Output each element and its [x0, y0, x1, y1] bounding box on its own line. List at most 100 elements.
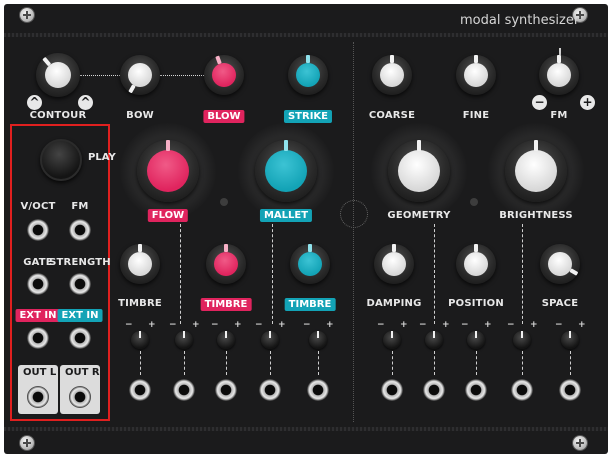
flow-attenuverter-knob[interactable] — [175, 331, 193, 349]
module-title: modal synthesizer — [460, 13, 580, 28]
out-l-label: OUT L — [23, 367, 57, 378]
contour-label: CONTOUR — [29, 110, 87, 121]
damping-cv-input-jack[interactable] — [381, 379, 403, 401]
flow-label: FLOW — [147, 209, 189, 222]
contour-right-icon: ^ — [78, 95, 93, 110]
geometry-attenuverter-knob[interactable] — [425, 331, 443, 349]
timbre-white-cv-input-jack[interactable] — [129, 379, 151, 401]
damping-cv-link-line — [392, 351, 393, 375]
geometry-cv-input-jack[interactable] — [423, 379, 445, 401]
brightness-cv-link-line — [522, 351, 523, 375]
position-knob[interactable] — [456, 244, 496, 284]
geometry-attenuverter-minus: − — [419, 320, 427, 330]
timbre-teal-label: TIMBRE — [284, 298, 336, 311]
timbre-teal-knob[interactable] — [290, 244, 330, 284]
out-r-label: OUT R — [65, 367, 100, 378]
brightness-cv-input-jack[interactable] — [511, 379, 533, 401]
brightness-attenuverter-minus: − — [507, 320, 515, 330]
timbre-teal-attenuverter-knob[interactable] — [309, 331, 327, 349]
flow-attenuverter-minus: − — [169, 320, 177, 330]
ext-in-teal-label: EXT IN — [57, 309, 103, 322]
mallet-cv-link-line — [270, 351, 271, 375]
blow-label: BLOW — [203, 110, 245, 123]
mallet-knob[interactable] — [255, 140, 317, 202]
bow-knob[interactable] — [120, 55, 160, 95]
brightness-label: BRIGHTNESS — [499, 210, 573, 221]
timbre-white-label: TIMBRE — [118, 298, 162, 309]
flow-knob[interactable] — [137, 140, 199, 202]
damping-attenuverter-minus: − — [377, 320, 385, 330]
position-cv-link-line — [476, 351, 477, 375]
timbre-red-knob[interactable] — [206, 244, 246, 284]
timbre-teal-attenuverter-minus: − — [303, 320, 311, 330]
damping-label: DAMPING — [366, 298, 422, 309]
timbre-white-knob[interactable] — [120, 244, 160, 284]
screw-bottom-right — [573, 436, 587, 450]
ext-in-teal-jack[interactable] — [69, 327, 91, 349]
ext-in-red-jack[interactable] — [27, 327, 49, 349]
screw-bottom-left — [20, 436, 34, 450]
space-attenuverter-plus: + — [578, 320, 586, 330]
fm-label: FM — [550, 110, 568, 121]
contour-knob[interactable] — [36, 53, 80, 97]
flow-cv-link-line — [184, 351, 185, 375]
damping-attenuverter-plus: + — [400, 320, 408, 330]
fine-label: FINE — [462, 110, 490, 121]
brightness-knob[interactable] — [505, 140, 567, 202]
mallet-label: MALLET — [259, 209, 313, 222]
position-cv-input-jack[interactable] — [465, 379, 487, 401]
position-attenuverter-minus: − — [461, 320, 469, 330]
space-label: SPACE — [541, 298, 579, 309]
voct-input-jack[interactable] — [27, 219, 49, 241]
damping-attenuverter-knob[interactable] — [383, 331, 401, 349]
play-label: PLAY — [88, 152, 116, 163]
timbre-white-attenuverter-minus: − — [125, 320, 133, 330]
timbre-red-attenuverter-minus: − — [211, 320, 219, 330]
timbre-teal-attenuverter-plus: + — [326, 320, 334, 330]
strength-label: STRENGTH — [49, 257, 111, 268]
flow-cv-input-jack[interactable] — [173, 379, 195, 401]
strike-label: STRIKE — [283, 110, 333, 123]
geometry-label: GEOMETRY — [387, 210, 451, 221]
timbre-red-attenuverter-knob[interactable] — [217, 331, 235, 349]
coarse-knob[interactable] — [372, 55, 412, 95]
fine-knob[interactable] — [456, 55, 496, 95]
space-cv-input-jack[interactable] — [559, 379, 581, 401]
brightness-attenuverter-knob[interactable] — [513, 331, 531, 349]
gate-input-jack[interactable] — [27, 273, 49, 295]
timbre-red-attenuverter-plus: + — [234, 320, 242, 330]
brightness-mod-line — [522, 224, 523, 324]
timbre-white-attenuverter-knob[interactable] — [131, 331, 149, 349]
mallet-cv-input-jack[interactable] — [259, 379, 281, 401]
position-attenuverter-plus: + — [484, 320, 492, 330]
top-strip — [4, 33, 608, 37]
timbre-red-cv-input-jack[interactable] — [215, 379, 237, 401]
play-button[interactable] — [40, 139, 82, 181]
bottom-strip — [4, 427, 608, 431]
geometry-knob[interactable] — [388, 140, 450, 202]
flow-attenuverter-plus: + — [192, 320, 200, 330]
timbre-red-cv-link-line — [226, 351, 227, 375]
fm-plus-icon: + — [580, 95, 595, 110]
mallet-attenuverter-knob[interactable] — [261, 331, 279, 349]
timbre-red-label: TIMBRE — [200, 298, 252, 311]
position-label: POSITION — [448, 298, 504, 309]
section-divider — [353, 42, 354, 422]
led-left — [220, 198, 228, 206]
flow-mod-line — [180, 224, 181, 324]
out-r-jack[interactable] — [69, 386, 91, 408]
strength-input-jack[interactable] — [69, 273, 91, 295]
fm-knob[interactable] — [539, 55, 579, 95]
damping-knob[interactable] — [374, 244, 414, 284]
timbre-teal-cv-input-jack[interactable] — [307, 379, 329, 401]
space-attenuverter-knob[interactable] — [561, 331, 579, 349]
contour-left-icon: ^ — [27, 95, 42, 110]
fm-input-jack[interactable] — [69, 219, 91, 241]
divider-ornament — [340, 200, 368, 228]
position-attenuverter-knob[interactable] — [467, 331, 485, 349]
geometry-attenuverter-plus: + — [442, 320, 450, 330]
space-knob[interactable] — [540, 244, 580, 284]
blow-knob[interactable] — [204, 55, 244, 95]
strike-knob[interactable] — [288, 55, 328, 95]
out-l-jack[interactable] — [27, 386, 49, 408]
